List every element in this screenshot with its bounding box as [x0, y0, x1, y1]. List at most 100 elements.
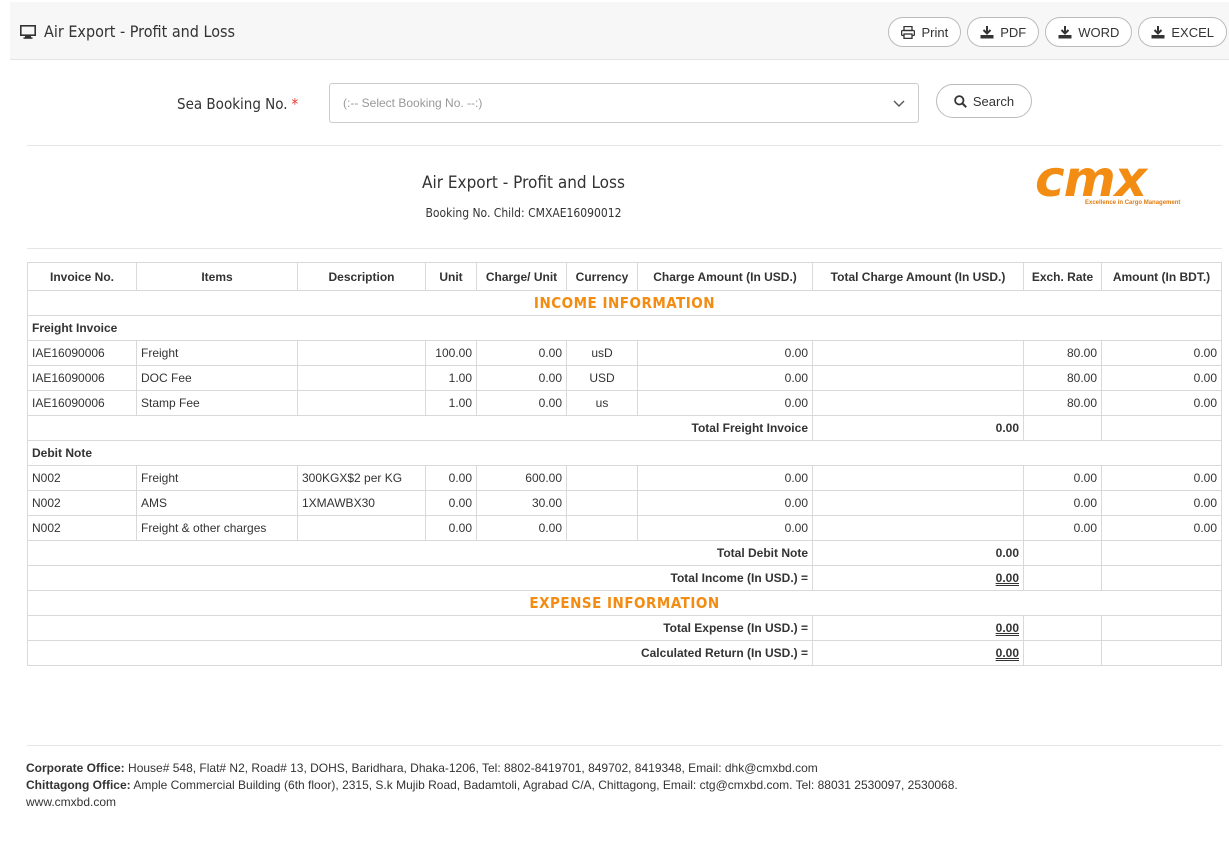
table-row: N002 Freight & other charges 0.00 0.00 0.00 0… — [27, 515, 1222, 541]
cell-currency — [566, 490, 638, 516]
website-text: www.cmxbd.com — [26, 795, 117, 809]
divider — [27, 248, 1222, 249]
total-expense-label: Total Expense (In USD.) = — [27, 615, 813, 641]
word-label: WORD — [1078, 24, 1120, 40]
total-expense-row: Total Expense (In USD.) = 0.00 — [27, 615, 1222, 641]
cell-invoice: IAE16090006 — [27, 365, 137, 391]
profit-loss-table: Invoice No. Items Description Unit Charg… — [27, 262, 1222, 666]
column-header: Exch. Rate — [1023, 262, 1102, 291]
pdf-button[interactable]: PDF — [967, 17, 1040, 47]
cell-unit: 0.00 — [425, 465, 477, 491]
cell-desc — [297, 390, 426, 416]
divider — [27, 745, 1222, 746]
booking-select[interactable]: (:-- Select Booking No. --:) — [329, 83, 919, 123]
total-expense-value: 0.00 — [995, 621, 1019, 635]
header-title: Air Export - Profit and Loss — [44, 22, 236, 41]
calculated-return-row: Calculated Return (In USD.) = 0.00 — [27, 640, 1222, 666]
chevron-down-icon — [893, 100, 905, 107]
cell-amount: 0.00 — [1101, 390, 1222, 416]
cell-exch: 80.00 — [1023, 365, 1102, 391]
empty-cell — [1101, 640, 1222, 666]
pdf-label: PDF — [1000, 24, 1027, 40]
empty-cell — [1023, 615, 1102, 641]
report-title: Air Export - Profit and Loss — [422, 173, 625, 193]
divider — [27, 145, 1222, 146]
cell-charge-amount: 0.00 — [637, 390, 813, 416]
column-header: Unit — [425, 262, 477, 291]
cell-total-charge — [812, 490, 1024, 516]
cell-total-charge — [812, 390, 1024, 416]
expense-section-heading: EXPENSE INFORMATION — [27, 590, 1222, 616]
column-header: Amount (In BDT.) — [1101, 262, 1222, 291]
cell-desc — [297, 340, 426, 366]
column-header: Invoice No. — [27, 262, 137, 291]
freight-rows: IAE16090006 Freight 100.00 0.00 usD 0.00 80.00… — [27, 340, 1222, 416]
cell-unit: 100.00 — [425, 340, 477, 366]
cell-charge-amount: 0.00 — [637, 465, 813, 491]
empty-cell — [1101, 615, 1222, 641]
total-debit-label: Total Debit Note — [27, 540, 813, 566]
cell-charge-amount: 0.00 — [637, 365, 813, 391]
cell-charge-amount: 0.00 — [637, 340, 813, 366]
total-freight-row: Total Freight Invoice 0.00 — [27, 415, 1222, 441]
total-freight-label: Total Freight Invoice — [27, 415, 813, 441]
column-header: Charge/ Unit — [476, 262, 567, 291]
cell-total-charge — [812, 515, 1024, 541]
cell-currency: USD — [566, 365, 638, 391]
column-header: Description — [297, 262, 426, 291]
booking-select-placeholder: (:-- Select Booking No. --:) — [343, 96, 483, 110]
report-subtitle: Booking No. Child: CMXAE16090012 — [425, 206, 622, 220]
cell-currency: us — [566, 390, 638, 416]
search-label: Search — [972, 93, 1015, 109]
cell-total-charge — [812, 465, 1024, 491]
booking-label: Sea Booking No. * — [177, 95, 299, 113]
debit-rows: N002 Freight 300KGX$2 per KG 0.00 600.00 0.00… — [27, 465, 1222, 541]
cell-charge-unit: 0.00 — [476, 390, 567, 416]
cell-exch: 0.00 — [1023, 490, 1102, 516]
cell-invoice: IAE16090006 — [27, 390, 137, 416]
cell-item: DOC Fee — [136, 365, 298, 391]
excel-label: EXCEL — [1171, 24, 1214, 40]
cell-unit: 0.00 — [425, 515, 477, 541]
empty-cell — [1101, 415, 1222, 441]
cell-currency — [566, 465, 638, 491]
cell-charge-unit: 0.00 — [476, 515, 567, 541]
monitor-icon — [20, 24, 36, 39]
total-income-row: Total Income (In USD.) = 0.00 — [27, 565, 1222, 591]
total-income-label: Total Income (In USD.) = — [27, 565, 813, 591]
empty-cell — [1023, 565, 1102, 591]
cell-charge-amount: 0.00 — [637, 490, 813, 516]
total-freight-value: 0.00 — [812, 415, 1024, 441]
empty-cell — [1023, 640, 1102, 666]
empty-cell — [1023, 540, 1102, 566]
print-button[interactable]: Print — [888, 17, 962, 47]
cell-item: AMS — [136, 490, 298, 516]
search-button[interactable]: Search — [936, 84, 1032, 118]
cell-currency — [566, 515, 638, 541]
cell-item: Stamp Fee — [136, 390, 298, 416]
cell-amount: 0.00 — [1101, 340, 1222, 366]
column-header: Currency — [566, 262, 638, 291]
table-row: IAE16090006 Stamp Fee 1.00 0.00 us 0.00 80.00 0… — [27, 390, 1222, 416]
excel-button[interactable]: EXCEL — [1138, 17, 1227, 47]
total-debit-row: Total Debit Note 0.00 — [27, 540, 1222, 566]
cell-currency: usD — [566, 340, 638, 366]
chittagong-office-line: Chittagong Office: Ample Commercial Buil… — [26, 778, 958, 792]
table-row: IAE16090006 Freight 100.00 0.00 usD 0.00 80.00… — [27, 340, 1222, 366]
cell-invoice: IAE16090006 — [27, 340, 137, 366]
word-button[interactable]: WORD — [1045, 17, 1133, 47]
cell-item: Freight — [136, 340, 298, 366]
cell-desc: 300KGX$2 per KG — [297, 465, 426, 491]
cell-charge-unit: 0.00 — [476, 340, 567, 366]
cell-desc — [297, 515, 426, 541]
cell-unit: 1.00 — [425, 365, 477, 391]
calculated-return-label: Calculated Return (In USD.) = — [27, 640, 813, 666]
search-icon — [954, 94, 967, 108]
cell-amount: 0.00 — [1101, 465, 1222, 491]
column-header: Charge Amount (In USD.) — [637, 262, 813, 291]
booking-form: Sea Booking No. * (:-- Select Booking No.… — [0, 83, 1229, 123]
cell-exch: 80.00 — [1023, 390, 1102, 416]
cell-desc: 1XMAWBX30 — [297, 490, 426, 516]
print-label: Print — [921, 24, 949, 40]
cell-invoice: N002 — [27, 515, 137, 541]
